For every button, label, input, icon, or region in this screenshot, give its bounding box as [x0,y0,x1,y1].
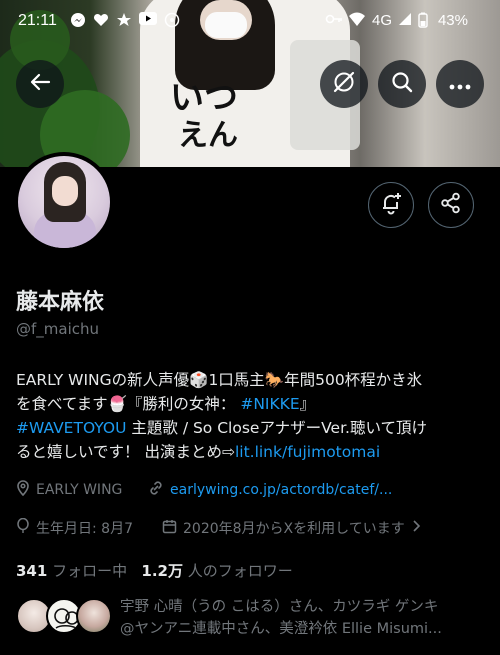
status-time: 21:11 [18,12,57,29]
search-icon [391,71,413,97]
key-icon [325,12,343,30]
following-link[interactable]: 341 フォロー中 [16,562,127,580]
battery-icon [418,12,428,32]
bio-text: 』 [299,395,316,413]
heart-icon [93,12,109,32]
follower-avatar [76,598,112,634]
share-icon [440,192,462,218]
banner-shirt-text-2: えん [178,118,238,153]
profile-bio: EARLY WINGの新人声優🎲1口馬主🐎年間500杯程かき氷 を食べてます🍧『… [16,368,486,464]
wifi-icon [348,12,366,31]
followers-count: 1.2万 [141,562,183,580]
profile-handle: @f_maichu [16,320,100,338]
followed-by[interactable]: 宇野 心晴（うの こはる）さん、カツラギ ゲンキ @ヤンアニ連載中さん、美澄衿依… [16,596,496,642]
calendar-icon [162,519,177,538]
back-arrow-icon [29,71,51,97]
hashtag-wavetoyou[interactable]: #WAVETOYOU [16,419,126,437]
search-button[interactable] [378,60,426,108]
network-type: 4G [371,12,392,29]
signal-icon [398,12,412,30]
profile-location: EARLY WING [16,480,122,500]
profile-birthday: 生年月日: 8月7 [16,517,133,538]
website-link[interactable]: earlywing.co.jp/actordb/catef/... [170,482,392,498]
avatar[interactable] [14,152,114,252]
battery-percent: 43% [437,12,468,29]
more-icon [449,75,471,94]
joined-text: 2020年8月からXを利用しています [183,521,405,537]
back-button[interactable] [16,60,64,108]
bio-link[interactable]: lit.link/fujimotomai [235,443,380,461]
profile-name: 藤本麻依 [16,290,105,315]
grok-icon [332,70,356,98]
profile-website[interactable]: earlywing.co.jp/actordb/catef/... [148,480,392,500]
follow-counts: 341 フォロー中 1.2万 人のフォロワー [16,560,293,581]
following-label: フォロー中 [52,562,128,580]
share-button[interactable] [428,182,474,228]
bio-line-1: EARLY WINGの新人声優🎲1口馬主🐎年間500杯程かき氷 [16,371,423,389]
followed-by-line-1: 宇野 心晴（うの こはる）さん、カツラギ ゲンキ [120,599,439,615]
grok-button[interactable] [320,60,368,108]
notifications-button[interactable] [368,182,414,228]
following-count: 341 [16,562,48,580]
location-text: EARLY WING [36,482,123,498]
location-icon [16,480,30,500]
link-icon [148,480,164,500]
followers-link[interactable]: 1.2万 人のフォロワー [141,562,292,580]
followed-by-line-2: @ヤンアニ連載中さん、美澄衿依 Ellie Misumi... [120,621,442,637]
followed-by-text: 宇野 心晴（うの こはる）さん、カツラギ ゲンキ @ヤンアニ連載中さん、美澄衿依… [120,596,495,640]
bio-text: ると嬉しいです！ 出演まとめ⇨ [16,443,235,461]
star-icon [116,12,132,32]
bio-line-2: を食べてます🍧『勝利の女神： #NIKKE』 [16,392,486,416]
bio-text: を食べてます🍧『勝利の女神： [16,395,236,413]
bio-line-3: #WAVETOYOU 主題歌 / So CloseアナザーVer.聴いて頂け [16,416,486,440]
youtube-icon [139,12,157,30]
more-button[interactable] [436,60,484,108]
followers-label: 人のフォロワー [187,562,293,580]
bell-plus-icon [379,191,403,219]
bio-text: 主題歌 / So CloseアナザーVer.聴いて頂け [126,419,427,437]
birthday-text: 生年月日: 8月7 [36,521,133,537]
bio-line-4: ると嬉しいです！ 出演まとめ⇨lit.link/fujimotomai [16,440,486,464]
sync-icon [164,12,180,32]
status-bar: 21:11 4G 43% [0,0,500,40]
hashtag-nikke[interactable]: #NIKKE [240,395,299,413]
balloon-icon [16,517,30,538]
messenger-icon [70,12,86,32]
chevron-right-icon [411,520,421,536]
profile-joined[interactable]: 2020年8月からXを利用しています [162,518,421,538]
